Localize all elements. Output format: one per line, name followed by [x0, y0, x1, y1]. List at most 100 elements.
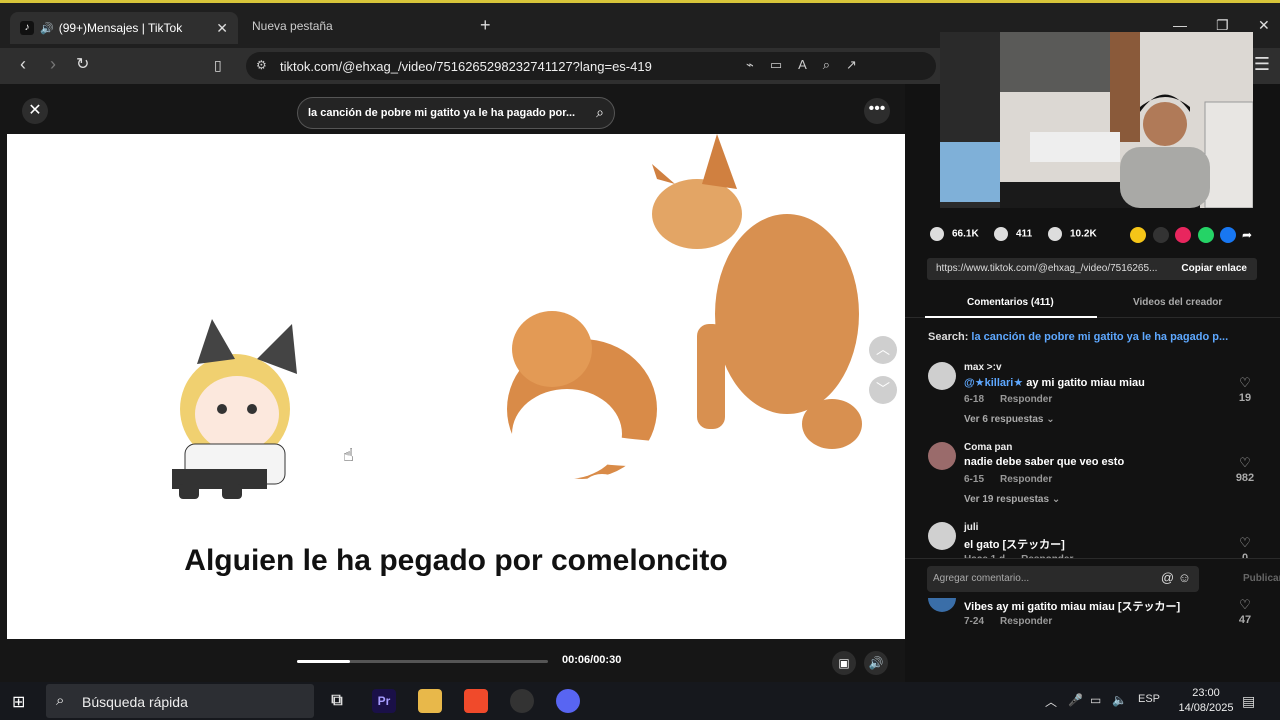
- more-options-button[interactable]: •••: [864, 98, 890, 124]
- whatsapp-icon[interactable]: [1198, 227, 1214, 243]
- comment-like[interactable]: ♡ 982: [1230, 456, 1260, 484]
- site-settings-icon[interactable]: ⚙: [256, 58, 267, 72]
- menu-icon[interactable]: ☰: [1254, 54, 1270, 75]
- time-display: 00:06/00:30: [562, 654, 622, 666]
- heart-icon: [930, 227, 944, 241]
- previous-video-button[interactable]: ︿: [869, 336, 897, 364]
- clock[interactable]: 23:00 14/08/2025: [1176, 686, 1236, 716]
- avatar[interactable]: [928, 522, 956, 550]
- save-count: 10.2K: [1070, 228, 1097, 240]
- avatar[interactable]: [928, 362, 956, 390]
- network-icon[interactable]: ▭: [1090, 693, 1101, 707]
- comment-text: nadie debe saber que veo esto: [964, 456, 1124, 468]
- video-controls: 00:06/00:30 ▣ 🔊: [0, 642, 905, 682]
- comment-body: nadie debe saber que veo esto: [964, 456, 1125, 468]
- link-box: https://www.tiktok.com/@ehxag_/video/751…: [927, 258, 1257, 280]
- forward-icon[interactable]: ›: [50, 54, 56, 75]
- progress-fill: [297, 660, 350, 663]
- bookmark-icon[interactable]: ▯: [214, 57, 222, 74]
- floating-player-icon[interactable]: ▣: [832, 651, 856, 675]
- comment-icon: [994, 227, 1008, 241]
- comment-text: el gato [ステッカー]: [964, 536, 1065, 552]
- search-icon[interactable]: ⌕: [596, 104, 604, 121]
- related-search[interactable]: Search: la canción de pobre mi gatito ya…: [928, 331, 1248, 343]
- reload-icon[interactable]: ↻: [76, 54, 89, 74]
- url-field[interactable]: ⚙ tiktok.com/@ehxag_/video/7516265298232…: [246, 52, 1168, 80]
- webcam-frame: [940, 32, 1253, 208]
- back-icon[interactable]: ‹: [20, 54, 26, 75]
- tab-creator-videos[interactable]: Videos del creador: [1133, 297, 1222, 308]
- search-icon: ⌕: [56, 692, 65, 709]
- tab-new[interactable]: Nueva pestaña: [252, 19, 333, 33]
- comment-username[interactable]: juli: [964, 522, 978, 533]
- next-video-button[interactable]: ﹀: [869, 376, 897, 404]
- discord-icon[interactable]: [556, 689, 580, 713]
- copy-link-button[interactable]: Copiar enlace: [1181, 263, 1247, 274]
- comment-like[interactable]: ♡ 47: [1230, 598, 1260, 626]
- obs-icon[interactable]: [510, 689, 534, 713]
- notifications-icon[interactable]: ▤: [1242, 693, 1255, 710]
- search-label: Search:: [928, 331, 969, 343]
- tray-chevron-icon[interactable]: ︿: [1045, 693, 1057, 710]
- comment-username[interactable]: Coma pan: [964, 442, 1012, 453]
- search-input[interactable]: la canción de pobre mi gatito ya le ha p…: [308, 107, 580, 119]
- search-bar[interactable]: la canción de pobre mi gatito ya le ha p…: [297, 97, 615, 129]
- view-replies-button[interactable]: Ver 6 respuestas ⌄: [964, 414, 1055, 425]
- view-replies-button[interactable]: Ver 19 respuestas ⌄: [964, 494, 1060, 505]
- minimize-icon[interactable]: —: [1173, 17, 1187, 33]
- tab-tiktok[interactable]: ♪ 🔊 (99+)Mensajes | TikTok ✕: [10, 12, 238, 44]
- cartoon-character: [172, 319, 297, 499]
- facebook-icon[interactable]: [1220, 227, 1236, 243]
- video-link[interactable]: https://www.tiktok.com/@ehxag_/video/751…: [936, 263, 1172, 274]
- comment-body: el gato [ステッカー]: [964, 539, 1065, 551]
- video-player[interactable]: Alguien le ha pegado por comeloncito ☝ ︿…: [7, 134, 905, 639]
- comment-mention[interactable]: @★killari★: [964, 377, 1023, 389]
- windows-start-icon[interactable]: ⊞: [12, 692, 25, 712]
- taskbar-search-text: Búsqueda rápida: [82, 694, 188, 710]
- close-video-button[interactable]: ✕: [22, 98, 48, 124]
- url-text: tiktok.com/@ehxag_/video/751626529823274…: [280, 59, 652, 74]
- close-window-icon[interactable]: ✕: [1258, 17, 1270, 34]
- speaker-icon[interactable]: 🔊: [40, 22, 54, 35]
- comment-input[interactable]: Agregar comentario... @ ☺: [927, 566, 1199, 592]
- tab-comments[interactable]: Comentarios (411): [967, 297, 1054, 308]
- close-tab-icon[interactable]: ✕: [216, 20, 228, 37]
- embed-icon[interactable]: [1153, 227, 1169, 243]
- language-indicator[interactable]: ESP: [1138, 693, 1160, 705]
- premiere-icon[interactable]: Pr: [372, 689, 396, 713]
- brave-icon[interactable]: [464, 689, 488, 713]
- progress-bar[interactable]: [297, 660, 548, 663]
- panel-tabs: Comentarios (411) Videos del creador: [905, 288, 1280, 318]
- volume-icon[interactable]: 🔊: [864, 651, 888, 675]
- comment-text: Vibes ay mi gatito miau miau [ステッカー]: [964, 598, 1180, 614]
- comment-like-count: 47: [1238, 614, 1252, 626]
- comment-like[interactable]: ♡ 19: [1230, 376, 1260, 404]
- microphone-icon[interactable]: 🎤: [1068, 693, 1083, 707]
- comment-username[interactable]: max >:v: [964, 362, 1002, 373]
- search-query-link[interactable]: la canción de pobre mi gatito ya le ha p…: [971, 331, 1228, 343]
- task-view-icon[interactable]: ⧉: [325, 689, 349, 713]
- send-icon[interactable]: [1175, 227, 1191, 243]
- reply-button[interactable]: Responder: [1000, 474, 1052, 485]
- share-icon[interactable]: ➦: [1242, 227, 1258, 243]
- taskbar-search[interactable]: ⌕ Búsqueda rápida: [46, 684, 314, 718]
- tiktok-icon: ♪: [20, 21, 34, 35]
- save-action[interactable]: 10.2K: [1048, 227, 1097, 241]
- reply-button[interactable]: Responder: [1000, 616, 1052, 627]
- tab-title: (99+)Mensajes | TikTok: [58, 21, 183, 35]
- toolbar-icons[interactable]: ⌁▭A⌕↗: [746, 57, 873, 73]
- coin-icon[interactable]: [1130, 227, 1146, 243]
- mention-emoji-icons[interactable]: @ ☺: [1161, 570, 1191, 585]
- comment-count: 411: [1016, 228, 1033, 240]
- like-action[interactable]: 66.1K: [930, 227, 979, 241]
- new-tab-icon[interactable]: +: [480, 15, 491, 36]
- file-explorer-icon[interactable]: [418, 689, 442, 713]
- reply-button[interactable]: Responder: [1000, 394, 1052, 405]
- avatar[interactable]: [928, 442, 956, 470]
- clock-time: 23:00: [1192, 687, 1220, 699]
- view-replies-label: Ver 6 respuestas: [964, 414, 1044, 425]
- taskbar: ⊞ ⌕ Búsqueda rápida ⧉ Pr ︿ 🎤 ▭ 🔈 ESP 23:…: [0, 682, 1280, 720]
- comment-action[interactable]: 411: [994, 227, 1032, 241]
- publish-button[interactable]: Publicar: [1243, 573, 1280, 584]
- volume-tray-icon[interactable]: 🔈: [1112, 693, 1127, 707]
